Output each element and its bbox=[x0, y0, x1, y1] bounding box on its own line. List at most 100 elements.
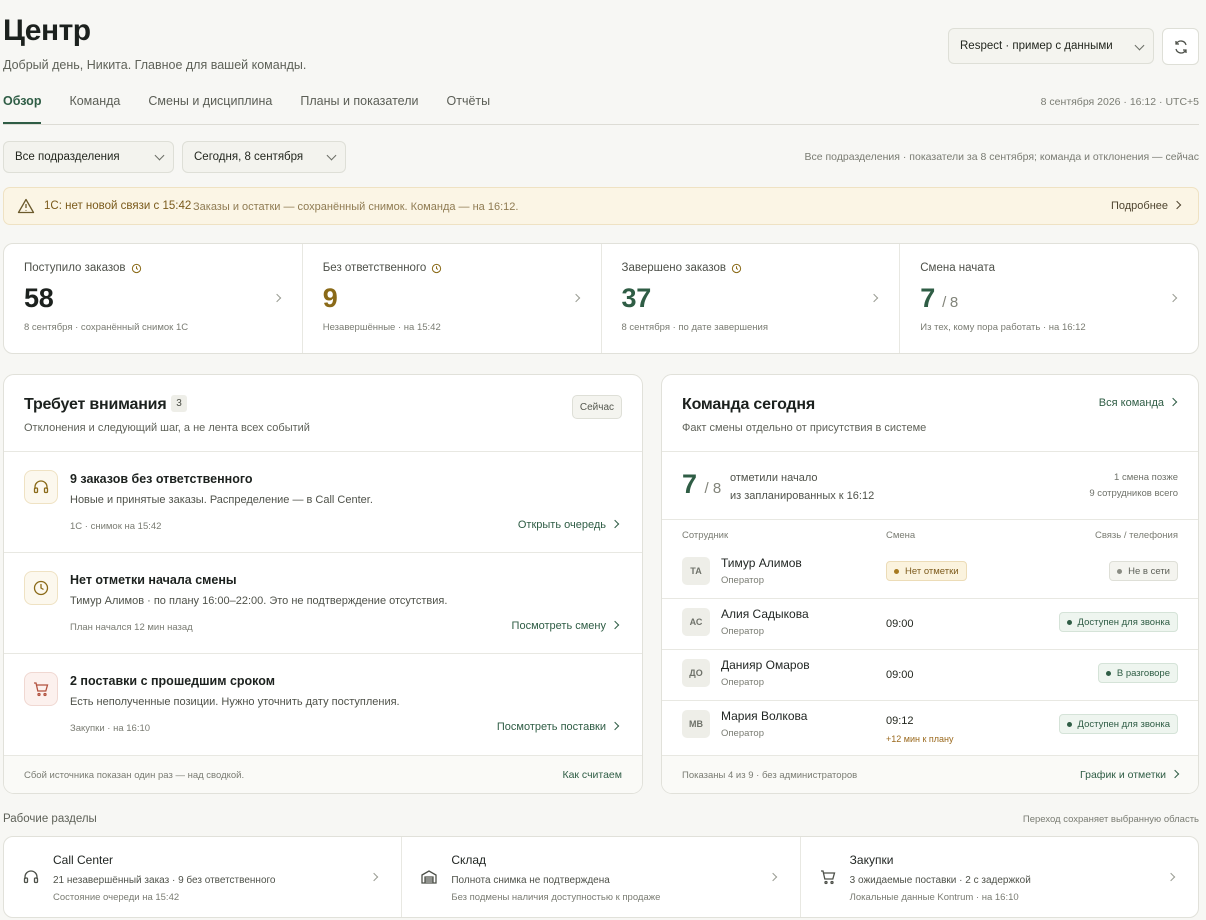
sections-title: Рабочие разделы bbox=[3, 813, 97, 825]
late-note: +12 мин к плану bbox=[886, 734, 954, 744]
source-alert: 1С: нет новой связи с 15:42 Заказы и ост… bbox=[3, 187, 1199, 225]
chevron-right-icon bbox=[768, 872, 777, 882]
kpi-strip: Поступило заказов 58 8 сентября · сохранё… bbox=[3, 243, 1199, 354]
attention-item-link[interactable]: Открыть очередь bbox=[518, 519, 620, 531]
team-foot-note: Показаны 4 из 9 · без администраторов bbox=[682, 770, 858, 781]
section-card[interactable]: Закупки 3 ожидаемые поставки · 2 с задерж… bbox=[801, 837, 1198, 917]
shift-started-value: 7 bbox=[682, 469, 698, 499]
shift-time: 09:12 bbox=[886, 715, 914, 727]
refresh-icon bbox=[1174, 39, 1187, 54]
attention-card: Требует внимания 3 Отклонения и следующи… bbox=[3, 374, 643, 794]
chevron-right-icon bbox=[870, 293, 879, 303]
team-row[interactable]: АС Алия Садыкова Оператор 09:00 Доступен для… bbox=[662, 599, 1198, 650]
attention-item-link[interactable]: Посмотреть смену bbox=[512, 620, 620, 632]
shift-line-2: из запланированных к 16:12 bbox=[730, 490, 875, 502]
attention-footer: Сбой источника показан один раз — над св… bbox=[4, 755, 642, 793]
employee-role: Оператор bbox=[721, 626, 764, 637]
attention-item-meta: Закупки · на 16:10 bbox=[70, 723, 151, 734]
avatar: МВ bbox=[682, 710, 710, 738]
all-team-label: Вся команда bbox=[1098, 397, 1164, 409]
refresh-button[interactable] bbox=[1162, 28, 1199, 65]
area-select-value: Respect · пример с данными bbox=[960, 40, 1113, 52]
headset-icon bbox=[22, 868, 40, 891]
kpi-value: 9 bbox=[322, 283, 338, 313]
section-line-1: 3 ожидаемые поставки · 2 с задержкой bbox=[849, 875, 1031, 886]
team-row[interactable]: ДО Данияр Омаров Оператор 09:00 В разговоре bbox=[662, 650, 1198, 701]
attention-item: 9 заказов без ответственного Новые и прин… bbox=[4, 452, 642, 553]
kpi-label: Поступило заказов bbox=[24, 262, 142, 274]
shift-summary-right: 1 смена позже 9 сотрудников всего bbox=[1089, 470, 1178, 502]
section-line-2: Состояние очереди на 15:42 bbox=[53, 892, 180, 903]
section-line-1: Полнота снимка не подтверждена bbox=[451, 875, 610, 886]
team-subtitle: Факт смены отдельно от присутствия в сис… bbox=[682, 422, 927, 434]
area-select[interactable]: Respect · пример с данными bbox=[948, 28, 1154, 64]
schedule-link[interactable]: График и отметки bbox=[1080, 769, 1180, 781]
kpi-card[interactable]: Поступило заказов 58 8 сентября · сохранё… bbox=[4, 244, 303, 353]
employee-name: Данияр Омаров bbox=[721, 658, 810, 672]
kpi-note: Из тех, кому пора работать · на 16:12 bbox=[920, 322, 1086, 333]
department-filter[interactable]: Все подразделения bbox=[3, 141, 174, 173]
date-filter-value: Сегодня, 8 сентября bbox=[194, 151, 304, 163]
kpi-value: 37 bbox=[621, 283, 652, 313]
chevron-down-icon bbox=[1134, 40, 1145, 51]
shift-time: 09:00 bbox=[886, 669, 914, 681]
status-badge: В разговоре bbox=[1097, 663, 1178, 683]
kpi-note: 8 сентября · по дате завершения bbox=[621, 322, 769, 333]
alert-details-link[interactable]: Подробнее bbox=[1111, 200, 1182, 212]
headset-icon bbox=[24, 470, 58, 504]
kpi-value: 58 bbox=[24, 283, 54, 313]
team-row[interactable]: МВ Мария Волкова Оператор 09:12 +12 мин к пл… bbox=[662, 701, 1198, 752]
divider bbox=[662, 451, 1198, 452]
kpi-card[interactable]: Завершено заказов 37 8 сентября · по дате… bbox=[602, 244, 901, 353]
kpi-card[interactable]: Без ответственного 9 Незавершённые · на 1… bbox=[303, 244, 602, 353]
tab-reports[interactable]: Отчёты bbox=[447, 94, 491, 124]
page-title: Центр bbox=[3, 14, 91, 47]
status-badge: Не в сети bbox=[1109, 561, 1178, 581]
shift-badge: Нет отметки bbox=[886, 561, 967, 581]
kpi-value: 7 / 8 bbox=[920, 283, 958, 313]
chevron-right-icon bbox=[1166, 872, 1176, 882]
now-button[interactable]: Сейчас bbox=[571, 395, 622, 419]
divider bbox=[662, 519, 1198, 520]
chevron-right-icon bbox=[1172, 200, 1182, 209]
tab-plans[interactable]: Планы и показатели bbox=[300, 94, 418, 124]
page-subtitle: Добрый день, Никита. Главное для вашей к… bbox=[3, 58, 307, 72]
attention-item-title: 2 поставки с прошедшим сроком bbox=[70, 674, 275, 688]
kpi-label: Смена начата bbox=[920, 262, 995, 274]
date-filter[interactable]: Сегодня, 8 сентября bbox=[182, 141, 346, 173]
cart-icon bbox=[24, 672, 58, 706]
schedule-link-label: График и отметки bbox=[1080, 769, 1166, 781]
employee-role: Оператор bbox=[721, 677, 764, 688]
section-line-1: 21 незавершённый заказ · 9 без ответстве… bbox=[53, 875, 276, 886]
chevron-right-icon bbox=[610, 721, 620, 731]
how-we-count-link[interactable]: Как считаем bbox=[562, 769, 622, 781]
tab-team[interactable]: Команда bbox=[69, 94, 120, 124]
shift-later: 1 смена позже bbox=[1114, 472, 1178, 483]
attention-item-text: Новые и принятые заказы. Распределение —… bbox=[70, 494, 373, 506]
warehouse-icon bbox=[420, 868, 438, 891]
section-name: Закупки bbox=[849, 853, 894, 867]
status-badge: Доступен для звонка bbox=[1058, 714, 1178, 734]
section-card[interactable]: Склад Полнота снимка не подтверждена Без п… bbox=[402, 837, 801, 917]
attention-item-link[interactable]: Посмотреть поставки bbox=[497, 721, 620, 733]
employee-name: Тимур Алимов bbox=[721, 556, 802, 570]
tab-shifts[interactable]: Смены и дисциплина bbox=[148, 94, 272, 124]
clock-icon bbox=[731, 263, 742, 273]
section-name: Call Center bbox=[53, 853, 114, 867]
tab-overview[interactable]: Обзор bbox=[3, 94, 42, 124]
status-badge: Доступен для звонка bbox=[1058, 612, 1178, 632]
col-employee: Сотрудник bbox=[682, 530, 729, 541]
kpi-card[interactable]: Смена начата 7 / 8 Из тех, кому пора работ… bbox=[900, 244, 1198, 353]
department-filter-value: Все подразделения bbox=[15, 151, 120, 163]
team-row[interactable]: ТА Тимур Алимов Оператор Нет отметки Не в се… bbox=[662, 548, 1198, 599]
attention-item-meta: План начался 12 мин назад bbox=[70, 622, 193, 633]
section-card[interactable]: Call Center 21 незавершённый заказ · 9 бе… bbox=[4, 837, 403, 917]
avatar: АС bbox=[682, 608, 710, 636]
all-team-link[interactable]: Вся команда bbox=[1098, 397, 1178, 409]
shift-time: 09:00 bbox=[886, 618, 914, 630]
employee-name: Мария Волкова bbox=[721, 709, 808, 723]
shift-summary: отметили начало из запланированных к 16:… bbox=[730, 469, 874, 505]
attention-item-title: 9 заказов без ответственного bbox=[70, 472, 253, 486]
cart-icon bbox=[819, 868, 837, 891]
clock-icon bbox=[24, 571, 58, 605]
